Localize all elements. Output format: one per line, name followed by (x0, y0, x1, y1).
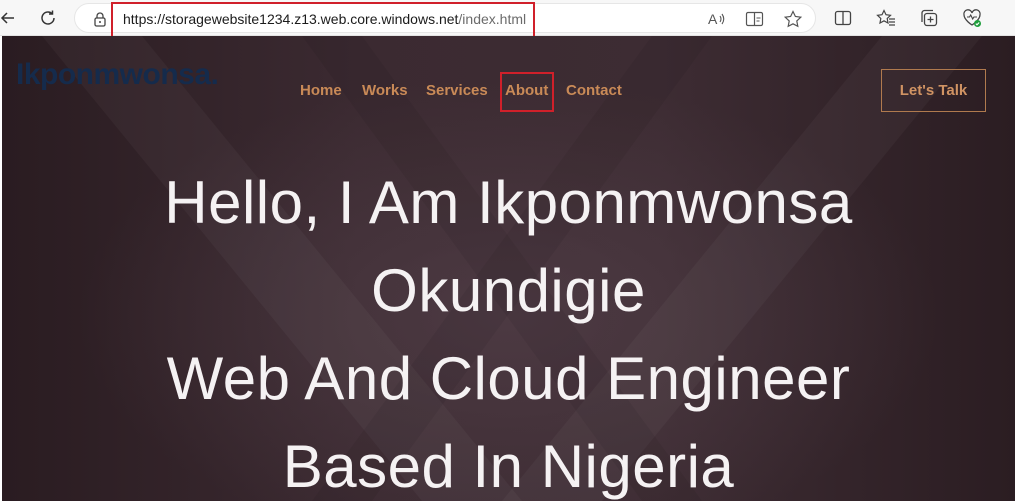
refresh-icon[interactable] (36, 6, 60, 30)
nav-services[interactable]: Services (426, 82, 488, 99)
hero-line-2: Okundigie (371, 257, 646, 324)
nav-works[interactable]: Works (362, 82, 408, 99)
hero-line-1: Hello, I Am Ikponmwonsa (164, 169, 853, 236)
nav-about[interactable]: About (505, 82, 548, 99)
lock-icon[interactable] (93, 11, 107, 27)
immersive-reader-icon[interactable] (745, 10, 765, 28)
favorite-star-icon[interactable] (783, 10, 803, 28)
split-screen-icon[interactable] (833, 8, 853, 28)
lets-talk-button[interactable]: Let's Talk (881, 69, 986, 112)
favorites-icon[interactable] (876, 8, 896, 28)
browser-essentials-icon[interactable] (962, 8, 982, 28)
back-icon[interactable] (0, 6, 20, 30)
svg-text:A: A (708, 11, 718, 27)
nav-contact[interactable]: Contact (566, 82, 622, 99)
url-text[interactable]: https://storagewebsite1234.z13.web.core.… (123, 11, 526, 27)
nav-home[interactable]: Home (300, 82, 342, 99)
hero-line-4: Based In Nigeria (282, 433, 735, 500)
hero-line-3: Web And Cloud Engineer (166, 345, 851, 412)
url-path: /index.html (458, 11, 527, 27)
address-bar[interactable]: https://storagewebsite1234.z13.web.core.… (74, 2, 816, 38)
read-aloud-icon[interactable]: A (707, 10, 727, 28)
browser-toolbar: https://storagewebsite1234.z13.web.core.… (0, 0, 1015, 38)
web-page: Ikponmwonsa. Home Works Services About C… (2, 36, 1015, 501)
url-main: https://storagewebsite1234.z13.web.core.… (123, 11, 459, 27)
collections-icon[interactable] (919, 8, 939, 28)
site-logo[interactable]: Ikponmwonsa. (16, 58, 219, 92)
